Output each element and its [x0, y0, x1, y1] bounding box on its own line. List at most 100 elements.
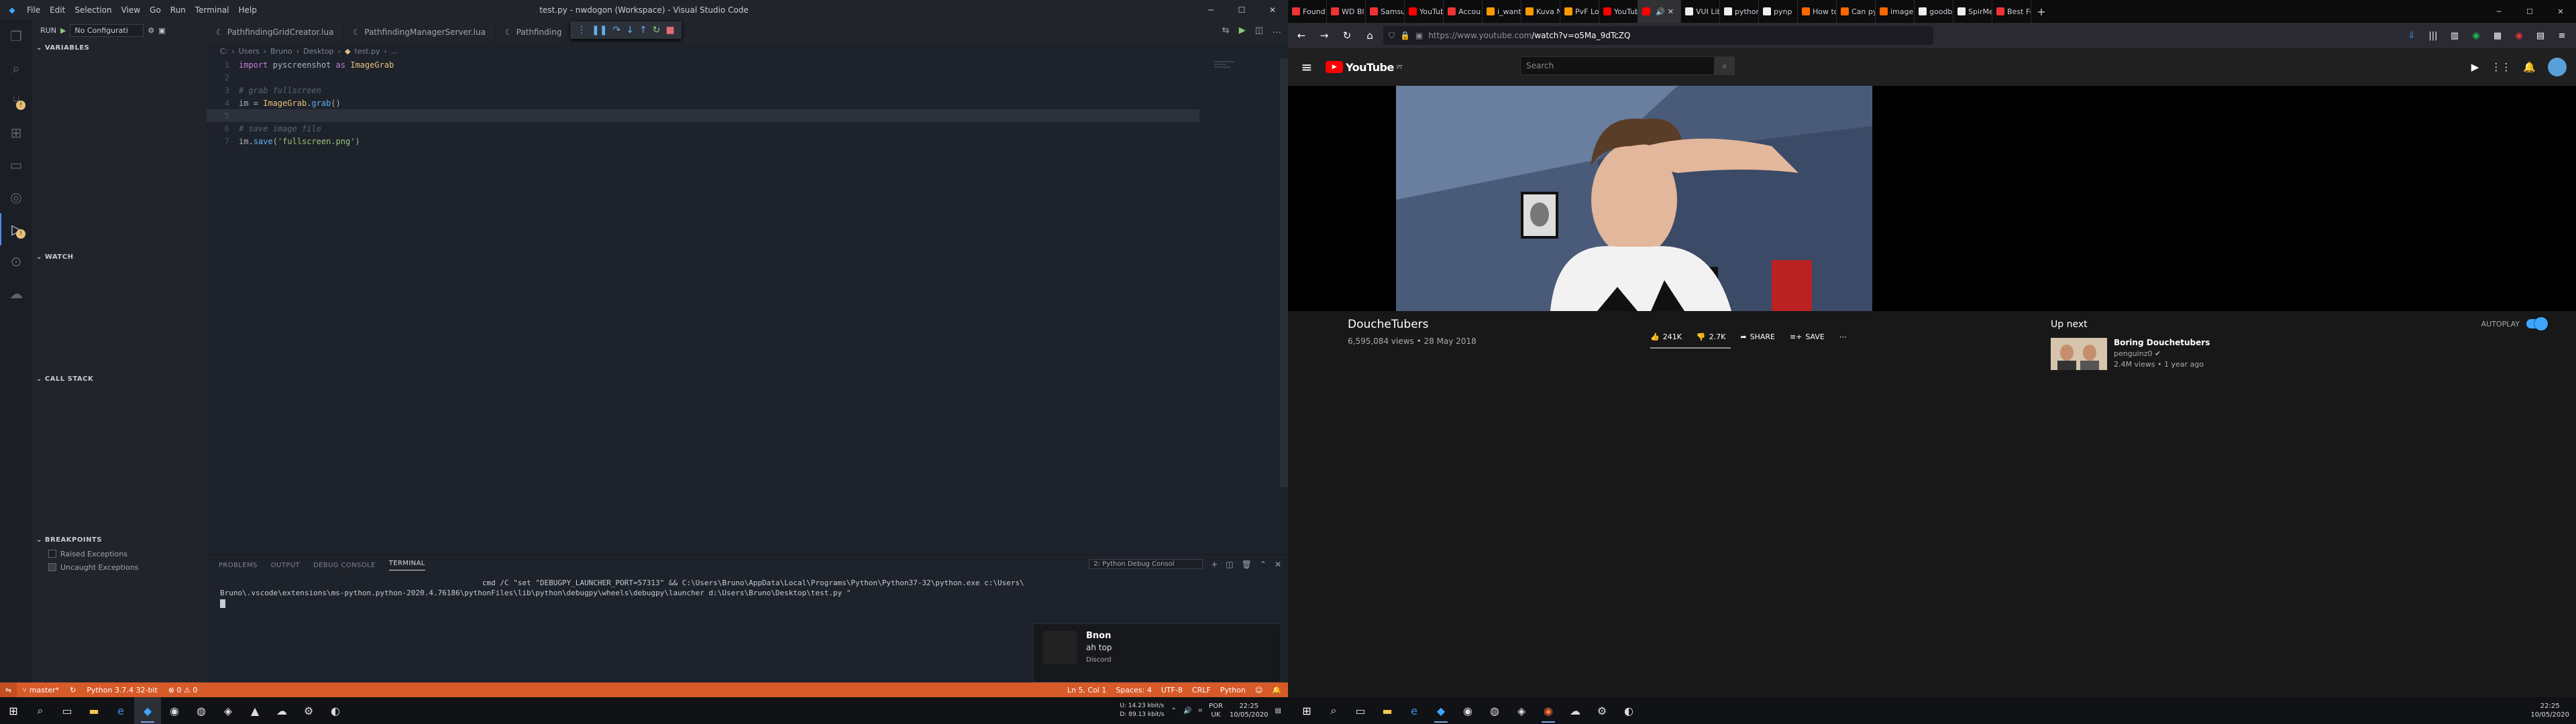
- library-icon[interactable]: |||: [2426, 26, 2440, 45]
- terminal-output[interactable]: cmd /C "set "DEBUGPY_LAUNCHER_PORT=57313…: [207, 575, 1288, 611]
- cursor-position[interactable]: Ln 5, Col 1: [1067, 686, 1107, 695]
- apps-grid-icon[interactable]: ⋮⋮: [2491, 61, 2511, 73]
- add-terminal-icon[interactable]: +: [1211, 560, 1218, 569]
- more-icon[interactable]: ⋯: [1839, 333, 1847, 341]
- step-into-icon[interactable]: ↓: [626, 25, 634, 36]
- settings-gear-icon[interactable]: ⚙: [148, 26, 154, 35]
- edge-icon[interactable]: e: [1401, 697, 1428, 724]
- browser-tab[interactable]: Can py: [1837, 0, 1876, 23]
- watch-section[interactable]: ⌄ WATCH: [32, 249, 207, 264]
- browser-tab[interactable]: Samsun: [1366, 0, 1405, 23]
- browser-tab[interactable]: YouTube: [1599, 0, 1638, 23]
- video-frame[interactable]: [1396, 86, 1872, 311]
- browser-tab[interactable]: image: [1876, 0, 1915, 23]
- tab-debug-console[interactable]: DEBUG CONSOLE: [313, 562, 376, 569]
- minimap[interactable]: [1214, 61, 1234, 74]
- maximize-icon[interactable]: ☐: [1226, 0, 1257, 20]
- explorer-icon[interactable]: ❐: [0, 20, 32, 52]
- avatar[interactable]: [2548, 58, 2567, 76]
- firefox-taskbar-icon[interactable]: ◉: [1535, 697, 1562, 724]
- extension-icon[interactable]: ◉: [2469, 26, 2483, 45]
- network-icon[interactable]: ⌗: [1198, 707, 1202, 715]
- recommended-video[interactable]: Boring Douchetubers penguinz0 ✔ 2.4M vie…: [2051, 338, 2210, 370]
- forward-icon[interactable]: →: [1315, 26, 1334, 45]
- editor-scrollbar[interactable]: [1280, 58, 1288, 487]
- share-button[interactable]: ➦ SHARE: [1740, 333, 1775, 341]
- browser-tab[interactable]: Accou: [1444, 0, 1483, 23]
- app-icon[interactable]: ☁: [1562, 697, 1589, 724]
- extension-icon[interactable]: ▤: [2533, 26, 2548, 45]
- search-button[interactable]: ⌕: [1715, 56, 1735, 75]
- accounts-icon[interactable]: ◎: [0, 181, 32, 213]
- menu-run[interactable]: Run: [170, 5, 186, 15]
- tab-pathfinding-manager-server[interactable]: ☾ PathfindingManagerServer.lua: [343, 20, 496, 44]
- debug-config-select[interactable]: No Configurati: [70, 23, 144, 37]
- docker-icon[interactable]: ☁: [0, 278, 32, 310]
- browser-tab[interactable]: Found: [1288, 0, 1327, 23]
- close-panel-icon[interactable]: ✕: [1275, 560, 1281, 569]
- python-interpreter[interactable]: Python 3.7.4 32-bit: [81, 686, 162, 695]
- download-icon[interactable]: ⇩: [2404, 26, 2419, 45]
- tab-terminal[interactable]: TERMINAL: [388, 560, 425, 570]
- chrome-icon[interactable]: ◉: [161, 697, 188, 724]
- breadcrumb-item[interactable]: Bruno: [270, 47, 292, 56]
- menu-terminal[interactable]: Terminal: [195, 5, 229, 15]
- browser-tab[interactable]: PvF Lo: [1560, 0, 1599, 23]
- lock-icon[interactable]: 🔒: [1400, 31, 1410, 40]
- minimize-icon[interactable]: ─: [2483, 0, 2514, 23]
- browser-tab[interactable]: How to: [1798, 0, 1837, 23]
- video-thumbnail[interactable]: [2051, 338, 2107, 370]
- remote-icon[interactable]: ▭: [0, 149, 32, 181]
- call-stack-section[interactable]: ⌄ CALL STACK: [32, 371, 207, 386]
- split-terminal-icon[interactable]: ◫: [1226, 560, 1233, 569]
- terminal-select[interactable]: 2: Python Debug Consol: [1089, 559, 1203, 569]
- clock[interactable]: 22:25 10/05/2020: [2530, 702, 2569, 719]
- tab-pathfinding-grid-creator[interactable]: ☾ PathfindingGridCreator.lua: [207, 20, 344, 44]
- browser-tab[interactable]: VUI Lib: [1681, 0, 1720, 23]
- source-control-icon[interactable]: ⑂!: [0, 84, 32, 117]
- task-view-icon[interactable]: ▭: [54, 697, 80, 724]
- back-icon[interactable]: ←: [1292, 26, 1311, 45]
- task-view-icon[interactable]: ▭: [1347, 697, 1374, 724]
- debug-console-icon[interactable]: ▣: [158, 26, 165, 35]
- browser-tab[interactable]: SpirMe: [1953, 0, 1992, 23]
- bell-icon[interactable]: 🔔: [1272, 686, 1281, 695]
- tab-close-icon[interactable]: ✕: [1668, 7, 1674, 16]
- reload-icon[interactable]: ↻: [1338, 26, 1356, 45]
- remote-icon[interactable]: ⇋: [0, 682, 17, 697]
- tray-chevron-icon[interactable]: ⌃: [1171, 707, 1177, 715]
- guide-menu-icon[interactable]: ≡: [1288, 59, 1326, 75]
- volume-icon[interactable]: 🔊: [1183, 707, 1191, 715]
- search-icon[interactable]: ⌕: [27, 697, 54, 724]
- camera-permission-icon[interactable]: ▣: [1415, 31, 1423, 40]
- edge-icon[interactable]: e: [107, 697, 134, 724]
- drag-handle-icon[interactable]: ⋮: [577, 25, 586, 36]
- language-mode[interactable]: Python: [1220, 686, 1246, 695]
- breadcrumb-item[interactable]: Desktop: [303, 47, 333, 56]
- compare-icon[interactable]: ⇆: [1222, 25, 1230, 36]
- sync-icon[interactable]: ↻: [64, 686, 81, 695]
- browser-tab[interactable]: YouTub: [1405, 0, 1444, 23]
- clock[interactable]: 22:25 10/05/2020: [1230, 702, 1269, 719]
- github-icon[interactable]: ◍: [1481, 697, 1508, 724]
- start-debug-icon[interactable]: ▶: [60, 26, 66, 35]
- home-icon[interactable]: ⌂: [1360, 26, 1379, 45]
- tab-pathfinding[interactable]: ☾ Pathfinding: [496, 20, 572, 44]
- language-indicator[interactable]: POR UK: [1209, 702, 1223, 719]
- notifications-bell-icon[interactable]: 🔔: [2523, 61, 2536, 73]
- breakpoint-uncaught[interactable]: Uncaught Exceptions: [32, 560, 207, 574]
- tab-problems[interactable]: PROBLEMS: [219, 562, 258, 569]
- vscode-taskbar-icon[interactable]: ◆: [1428, 697, 1454, 724]
- steam-icon[interactable]: ⚙: [1589, 697, 1615, 724]
- debug-icon[interactable]: ▷!: [0, 213, 32, 245]
- new-tab-icon[interactable]: +: [2031, 5, 2051, 18]
- run-icon[interactable]: ⊙: [0, 245, 32, 278]
- hamburger-menu-icon[interactable]: ≡: [2555, 26, 2569, 45]
- youtube-logo[interactable]: ▶ YouTube PT: [1326, 61, 1403, 74]
- search-icon[interactable]: ⌕: [1320, 697, 1347, 724]
- video-player[interactable]: [1288, 86, 2576, 311]
- like-button[interactable]: 👍 241K: [1650, 333, 1682, 341]
- step-over-icon[interactable]: ↷: [612, 25, 621, 36]
- close-icon[interactable]: ✕: [1257, 0, 1288, 20]
- discord-notification[interactable]: Bnon ah top Discord: [1033, 623, 1281, 682]
